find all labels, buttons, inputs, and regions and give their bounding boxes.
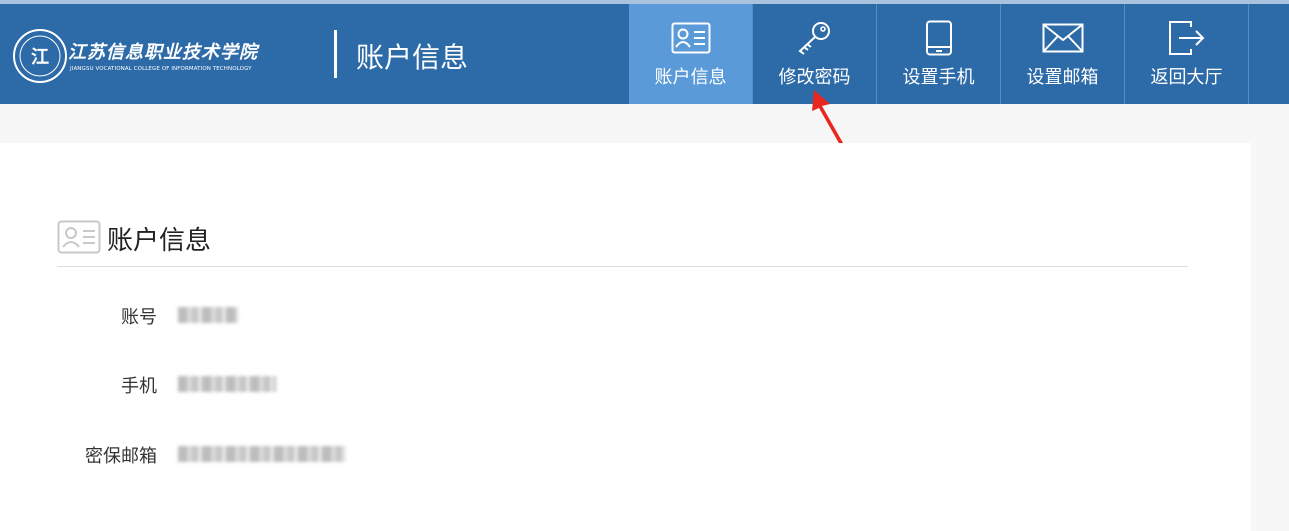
school-name-en: JIANGSU VOCATIONAL COLLEGE OF INFORMATIO… bbox=[70, 66, 252, 72]
nav-label: 设置邮箱 bbox=[1026, 67, 1099, 88]
nav-label: 修改密码 bbox=[778, 67, 851, 88]
field-value-redacted bbox=[178, 376, 276, 392]
page-title: 账户信息 bbox=[356, 41, 469, 74]
field-row-phone: 手机 bbox=[0, 368, 700, 398]
exit-icon bbox=[1168, 21, 1204, 55]
id-card-icon bbox=[671, 22, 710, 54]
school-name-cn: 江苏信息职业技术学院 bbox=[68, 42, 258, 63]
section-divider bbox=[57, 266, 1188, 267]
field-value-redacted bbox=[178, 446, 346, 462]
school-logo-icon: 江 bbox=[13, 29, 67, 83]
header-bar: 江 江苏信息职业技术学院 JIANGSU VOCATIONAL COLLEGE … bbox=[0, 4, 1289, 104]
nav-item-back-to-hall[interactable]: 返回大厅 bbox=[1125, 4, 1249, 104]
field-value-redacted bbox=[178, 307, 238, 323]
field-label: 账号 bbox=[121, 307, 157, 328]
nav-label: 设置手机 bbox=[902, 67, 975, 88]
field-row-account: 账号 bbox=[0, 299, 700, 329]
nav-item-account-info[interactable]: 账户信息 bbox=[629, 4, 753, 104]
nav-item-set-phone[interactable]: 设置手机 bbox=[877, 4, 1001, 104]
content-card: 账户信息 账号 手机 密保邮箱 bbox=[0, 143, 1251, 531]
header-divider bbox=[334, 30, 337, 78]
nav-label: 返回大厅 bbox=[1150, 67, 1223, 88]
envelope-icon bbox=[1042, 23, 1083, 53]
id-card-icon bbox=[57, 220, 101, 254]
nav-item-set-email[interactable]: 设置邮箱 bbox=[1001, 4, 1125, 104]
svg-text:江: 江 bbox=[31, 47, 49, 68]
key-icon bbox=[797, 22, 830, 55]
phone-icon bbox=[925, 20, 952, 56]
nav-label: 账户信息 bbox=[654, 67, 727, 88]
field-label: 手机 bbox=[121, 376, 157, 397]
section-title: 账户信息 bbox=[107, 226, 212, 256]
field-label: 密保邮箱 bbox=[85, 446, 157, 467]
top-nav: 账户信息 修改密码 设置手机 设置邮箱 返回大厅 bbox=[629, 4, 1249, 104]
field-row-email: 密保邮箱 bbox=[0, 438, 700, 468]
